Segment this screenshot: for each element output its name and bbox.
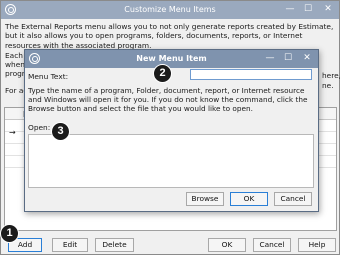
callout-badge-1: 1 [0,224,19,243]
current-row-arrow-icon: → [9,128,16,137]
minimize-icon[interactable]: — [283,3,297,16]
open-label: Open: [28,123,51,132]
ok-button[interactable]: OK [208,238,246,252]
partial-text-right: ne. [322,81,334,90]
close-icon[interactable]: ✕ [321,3,335,16]
minimize-icon[interactable]: — [263,52,277,65]
outer-titlebar: Customize Menu Items — ☐ ✕ [1,1,339,19]
help-button[interactable]: Help [298,238,336,252]
dialog-instructions: Type the name of a program, Folder, docu… [28,86,308,114]
menu-text-input[interactable] [190,69,312,80]
edit-button[interactable]: Edit [52,238,88,252]
open-input[interactable] [28,134,314,188]
delete-button[interactable]: Delete [95,238,134,252]
partial-text-right: here, [322,71,340,80]
dialog-ok-button[interactable]: OK [230,192,268,206]
dialog-cancel-button[interactable]: Cancel [274,192,312,206]
maximize-icon[interactable]: ☐ [281,52,295,65]
maximize-icon[interactable]: ☐ [301,3,315,16]
external-reports-description: The External Reports menu allows you to … [5,22,334,50]
dialog-titlebar: New Menu Item — ☐ ✕ [25,50,318,68]
callout-badge-3: 3 [51,122,70,141]
callout-badge-2: 2 [153,64,172,83]
menu-text-label: Menu Text: [28,72,69,81]
close-icon[interactable]: ✕ [300,52,314,65]
cancel-button[interactable]: Cancel [253,238,291,252]
browse-button[interactable]: Browse [186,192,224,206]
